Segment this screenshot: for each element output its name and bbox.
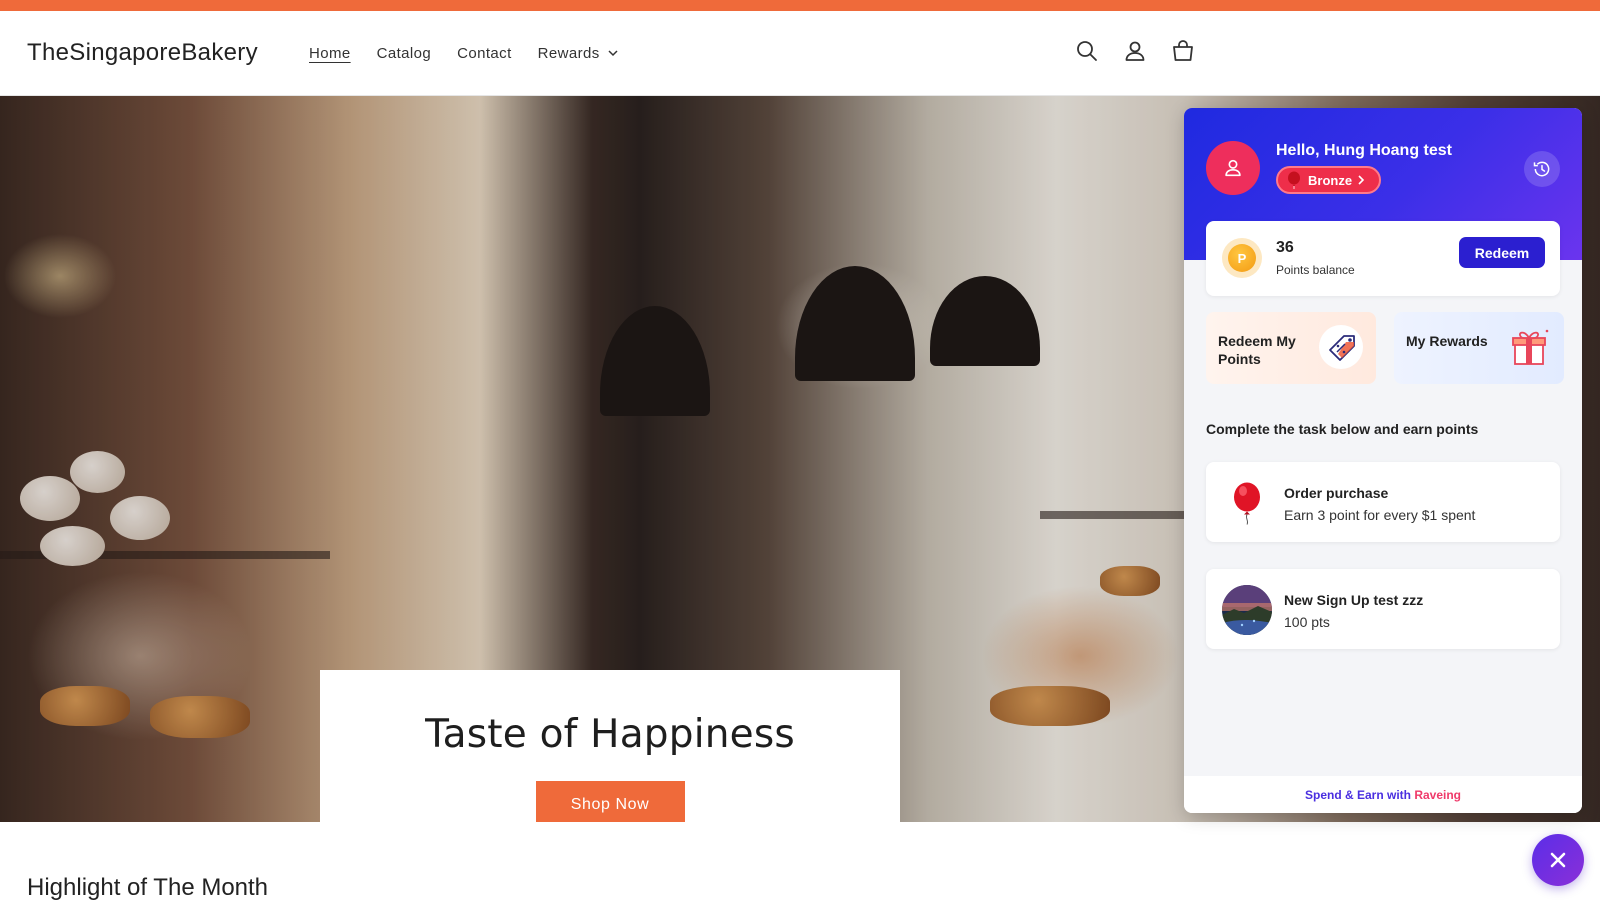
search-icon[interactable] xyxy=(1075,39,1099,63)
close-icon xyxy=(1550,852,1566,868)
tasks-heading: Complete the task below and earn points xyxy=(1206,421,1479,437)
user-icon xyxy=(1225,159,1241,177)
avatar xyxy=(1206,141,1260,195)
points-value: 36 xyxy=(1276,239,1294,256)
redeem-my-points-tile[interactable]: Redeem My Points xyxy=(1206,312,1376,384)
site-header: TheSingaporeBakery Home Catalog Contact … xyxy=(0,11,1600,96)
header-icons xyxy=(1075,39,1195,63)
nav-catalog[interactable]: Catalog xyxy=(377,45,432,62)
balloon-icon xyxy=(1288,171,1300,189)
hero-promo-box: Taste of Happiness Shop Now xyxy=(320,670,900,822)
task-title: New Sign Up test zzz xyxy=(1284,592,1424,608)
nav-contact[interactable]: Contact xyxy=(457,45,512,62)
nav-catalog-label: Catalog xyxy=(376,45,432,62)
nav-contact-label: Contact xyxy=(457,45,512,62)
task-order-purchase[interactable]: Order purchase Earn 3 point for every $1… xyxy=(1206,462,1560,542)
chevron-down-icon xyxy=(608,50,618,57)
gift-box-icon xyxy=(1512,329,1549,365)
greeting: Hello, Hung Hoang test xyxy=(1276,142,1452,159)
cart-icon[interactable] xyxy=(1171,39,1195,63)
coin-icon: P xyxy=(1222,238,1262,278)
widget-footer[interactable]: Spend & Earn with Raveing xyxy=(1184,776,1582,813)
tier-label: Bronze xyxy=(1308,172,1353,188)
tile-label: Redeem My Points xyxy=(1218,333,1296,367)
task-description: Earn 3 point for every $1 spent xyxy=(1284,507,1476,523)
task-description: 100 pts xyxy=(1284,614,1330,630)
my-rewards-tile[interactable]: My Rewards xyxy=(1394,312,1564,384)
nav-home[interactable]: Home xyxy=(309,45,351,62)
main-nav: Home Catalog Contact Rewards xyxy=(309,45,618,62)
redeem-button[interactable]: Redeem xyxy=(1459,237,1545,268)
history-icon xyxy=(1533,161,1550,177)
shop-now-button[interactable]: Shop Now xyxy=(535,781,685,822)
close-widget-button[interactable] xyxy=(1532,834,1584,886)
footer-text: Spend & Earn with xyxy=(1304,788,1415,802)
loyalty-widget: Hello, Hung Hoang test Bronze P 36 Point… xyxy=(1184,108,1582,813)
task-title: Order purchase xyxy=(1284,485,1389,501)
nav-rewards-label: Rewards xyxy=(537,45,600,62)
announcement-bar xyxy=(0,0,1600,11)
points-label: Points balance xyxy=(1276,263,1355,277)
chevron-right-icon xyxy=(1358,175,1365,185)
landscape-thumbnail xyxy=(1222,585,1272,635)
store-logo[interactable]: TheSingaporeBakery xyxy=(27,39,258,67)
footer-brand: Raveing xyxy=(1414,788,1462,802)
points-balance-card: P 36 Points balance Redeem xyxy=(1206,221,1560,296)
task-new-sign-up[interactable]: New Sign Up test zzz 100 pts xyxy=(1206,569,1560,649)
history-button[interactable] xyxy=(1524,151,1560,187)
section-title: Highlight of The Month xyxy=(27,874,269,900)
account-icon[interactable] xyxy=(1123,39,1147,63)
nav-home-label: Home xyxy=(309,45,351,62)
balloon-icon xyxy=(1234,482,1260,525)
nav-rewards[interactable]: Rewards xyxy=(538,45,618,62)
discount-tag-icon xyxy=(1319,325,1363,369)
tile-label: My Rewards xyxy=(1406,333,1488,349)
tier-badge[interactable]: Bronze xyxy=(1276,166,1382,194)
hero-title: Taste of Happiness xyxy=(425,712,795,757)
